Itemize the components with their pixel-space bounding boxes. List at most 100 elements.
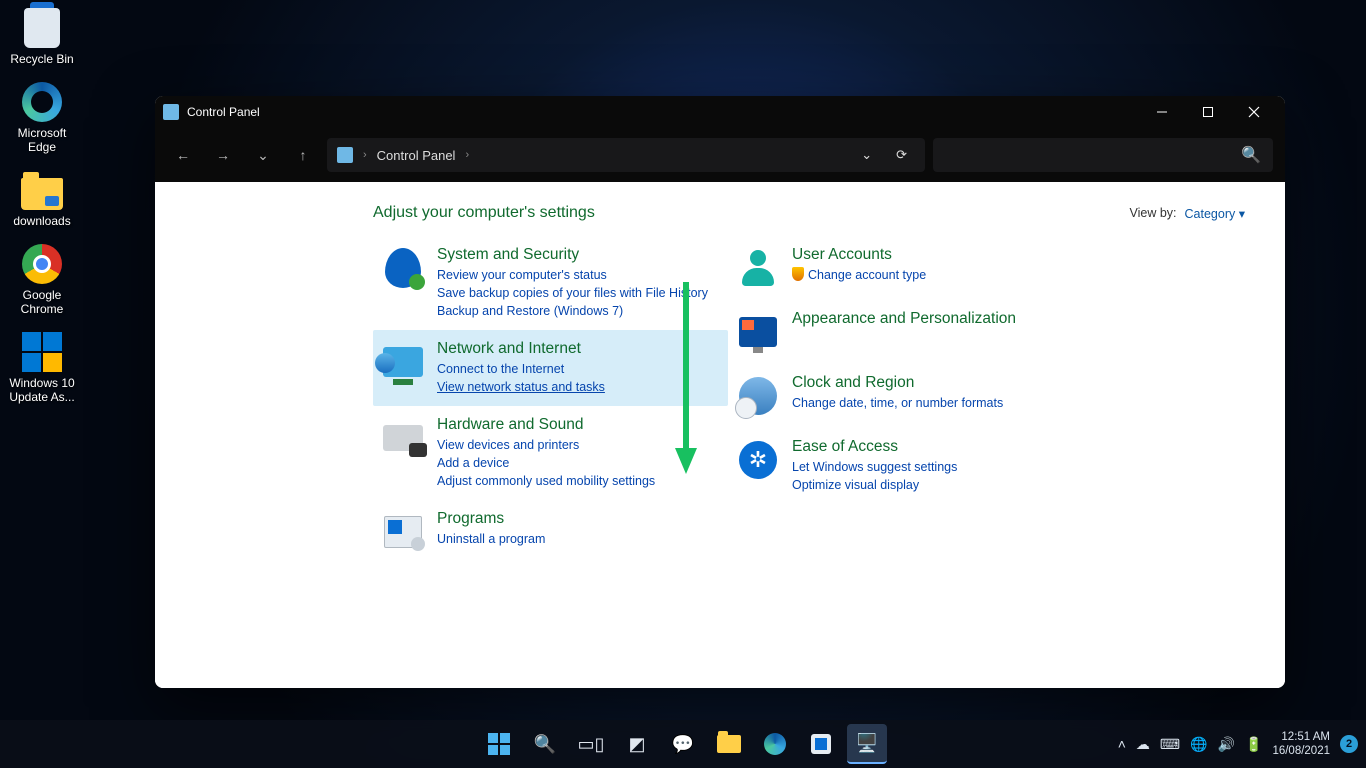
control-panel-icon [163,104,179,120]
chat-button[interactable]: 💬 [663,724,703,764]
taskbar-search-button[interactable]: 🔍 [525,724,565,764]
minimize-button[interactable] [1139,96,1185,128]
programs-icon [381,510,425,554]
breadcrumb-item[interactable]: Control Panel [377,148,456,163]
category-link[interactable]: Change account type [792,266,926,284]
maximize-button[interactable] [1185,96,1231,128]
category-clock-region: Clock and Region Change date, time, or nu… [728,364,1083,428]
taskbar-control-panel[interactable]: 🖥️ [847,724,887,764]
desktop-icon-edge[interactable]: Microsoft Edge [4,80,80,154]
address-bar[interactable]: › Control Panel › ⌄ ⟳ [327,138,925,172]
network-internet-icon [381,340,425,384]
category-system-security: System and Security Review your computer'… [373,236,728,330]
nav-back-button[interactable]: ← [167,139,199,171]
desktop-icon-recycle-bin[interactable]: Recycle Bin [4,6,80,66]
category-network-internet: Network and Internet Connect to the Inter… [373,330,728,406]
category-link[interactable]: Optimize visual display [792,476,957,494]
view-by-label: View by: [1130,206,1177,220]
category-heading[interactable]: User Accounts [792,246,926,264]
category-ease-of-access: ✲Ease of AccessLet Windows suggest setti… [728,428,1083,504]
chrome-icon [22,244,62,284]
category-link[interactable]: Change date, time, or number formats [792,394,1003,412]
category-link[interactable]: Adjust commonly used mobility settings [437,472,655,490]
taskbar-center: 🔍 ▭▯ ◩ 💬 🖥️ [479,724,887,764]
control-panel-icon [337,147,353,163]
category-link[interactable]: View network status and tasks [437,378,605,396]
toolbar: ← → ⌄ ↑ › Control Panel › ⌄ ⟳ 🔍 [155,128,1285,182]
categories-right: User Accounts Change account type Appearan… [728,236,1083,564]
windows-logo-icon [22,332,62,372]
folder-icon [717,735,741,753]
close-button[interactable] [1231,96,1277,128]
window-title: Control Panel [187,105,260,119]
task-view-button[interactable]: ▭▯ [571,724,611,764]
category-link[interactable]: Let Windows suggest settings [792,458,957,476]
taskbar: 🔍 ▭▯ ◩ 💬 🖥️ ˄ ☁ ⌨ 🌐 🔊 🔋 12:51 AM 16/08/2… [0,720,1366,768]
recycle-bin-icon [24,8,60,48]
category-hardware-sound: Hardware and Sound View devices and print… [373,406,728,500]
store-icon [811,734,831,754]
taskbar-clock[interactable]: 12:51 AM 16/08/2021 [1272,730,1330,758]
page-heading: Adjust your computer's settings [373,204,595,222]
widgets-button[interactable]: ◩ [617,724,657,764]
category-heading[interactable]: Network and Internet [437,340,605,358]
tray-overflow-button[interactable]: ˄ [1118,736,1126,752]
view-by: View by: Category ▾ [1130,206,1246,221]
chat-icon: 💬 [672,734,694,755]
desktop-icon-label: downloads [4,214,80,228]
category-link[interactable]: Backup and Restore (Windows 7) [437,302,708,320]
category-user-accounts: User Accounts Change account type [728,236,1083,300]
category-heading[interactable]: Hardware and Sound [437,416,655,434]
onedrive-icon[interactable]: ☁ [1136,736,1150,753]
taskbar-edge[interactable] [755,724,795,764]
notification-badge[interactable]: 2 [1340,735,1358,753]
desktop-icon-chrome[interactable]: Google Chrome [4,242,80,316]
view-by-dropdown[interactable]: Category ▾ [1185,206,1245,221]
control-panel-icon: 🖥️ [856,733,878,754]
clock-date: 16/08/2021 [1272,744,1330,758]
shield-icon [792,267,804,281]
chevron-right-icon: › [465,149,469,161]
category-programs: Programs Uninstall a program [373,500,728,564]
category-link[interactable]: Uninstall a program [437,530,545,548]
task-view-icon: ▭▯ [578,734,605,755]
user-accounts-icon [736,246,780,290]
desktop-icon-win10-update[interactable]: Windows 10 Update As... [4,330,80,404]
refresh-button[interactable]: ⟳ [888,147,915,163]
category-link[interactable]: Save backup copies of your files with Fi… [437,284,708,302]
category-heading[interactable]: Ease of Access [792,438,957,456]
category-heading[interactable]: Programs [437,510,545,528]
desktop-icon-label: Recycle Bin [4,52,80,66]
nav-forward-button[interactable]: → [207,139,239,171]
desktop-icon-label: Google Chrome [4,288,80,316]
search-icon: 🔍 [1241,145,1261,165]
category-link[interactable]: View devices and printers [437,436,655,454]
taskbar-store[interactable] [801,724,841,764]
volume-icon[interactable]: 🔊 [1218,736,1235,753]
taskbar-explorer[interactable] [709,724,749,764]
nav-up-button[interactable]: ↑ [287,139,319,171]
titlebar[interactable]: Control Panel [155,96,1285,128]
category-heading[interactable]: Clock and Region [792,374,1003,392]
battery-icon[interactable]: 🔋 [1245,736,1262,753]
search-input[interactable]: 🔍 [933,138,1273,172]
start-button[interactable] [479,724,519,764]
category-link[interactable]: Add a device [437,454,655,472]
address-dropdown-button[interactable]: ⌄ [853,147,880,163]
appearance-personalization-icon [736,310,780,354]
category-link[interactable]: Connect to the Internet [437,360,605,378]
nav-recent-button[interactable]: ⌄ [247,139,279,171]
folder-icon [21,178,63,210]
system-tray: ˄ ☁ ⌨ 🌐 🔊 🔋 12:51 AM 16/08/2021 2 [1118,730,1358,758]
control-panel-window: Control Panel ← → ⌄ ↑ › Control Panel › … [155,96,1285,688]
clock-region-icon [736,374,780,418]
keyboard-icon[interactable]: ⌨ [1160,736,1180,753]
category-heading[interactable]: System and Security [437,246,708,264]
category-heading[interactable]: Appearance and Personalization [792,310,1016,328]
network-icon[interactable]: 🌐 [1190,736,1207,753]
search-icon: 🔍 [534,734,556,755]
category-appearance-personalization: Appearance and Personalization [728,300,1083,364]
categories-left: System and Security Review your computer'… [373,236,728,564]
desktop-icon-downloads[interactable]: downloads [4,168,80,228]
category-link[interactable]: Review your computer's status [437,266,708,284]
